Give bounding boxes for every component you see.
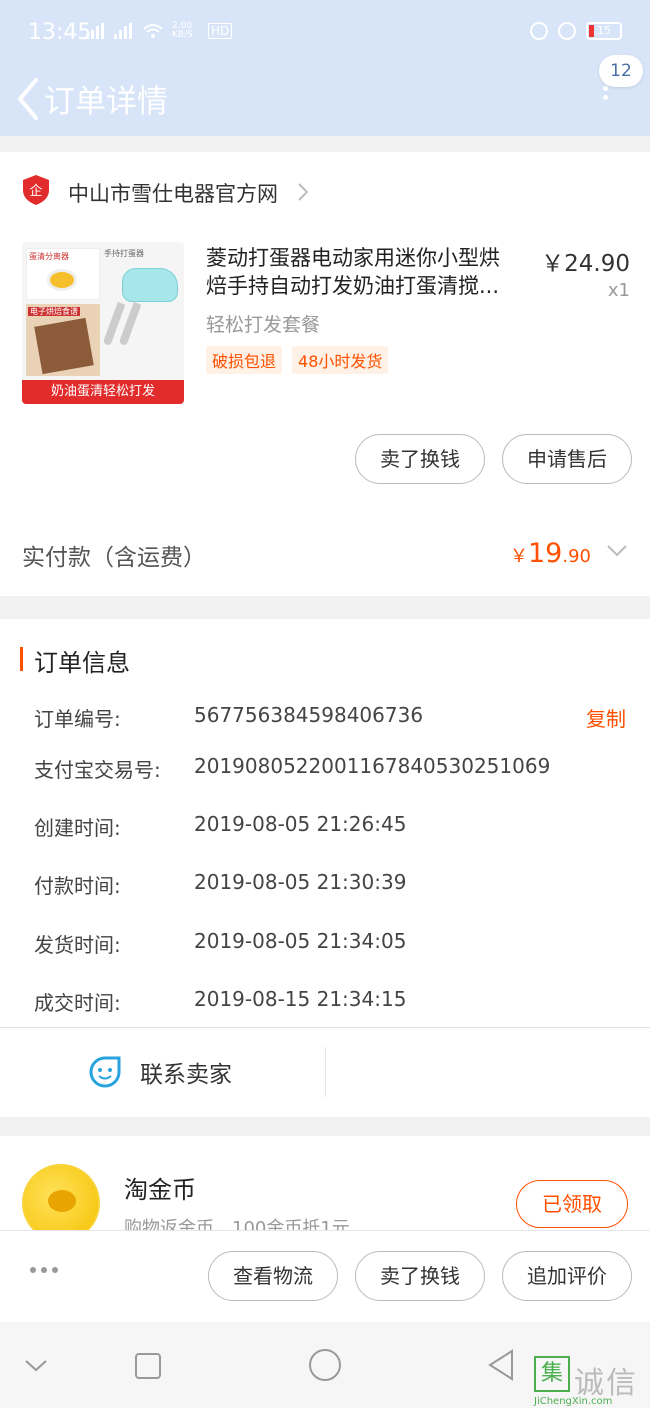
watermark-url: JiChengXin.com [534,1396,613,1407]
watermark-logo: 集 [534,1356,570,1392]
egg-separator-image: 蛋清分离器 [26,248,100,300]
coin-title: 淘金币 [124,1176,196,1204]
divider [0,1027,650,1028]
collapse-down-icon[interactable] [24,1358,48,1374]
hd-icon: HD [208,23,233,39]
tag-48h-ship: 48小时发货 [292,346,389,374]
order-item-card: 企 中山市雪仕电器官方网 蛋清分离器 手持打蛋器 电子烘焙食谱 奶油蛋清轻松打发… [0,152,650,596]
order-number-label: 订单编号: [34,707,121,731]
tag-damage-return: 破损包退 [206,346,283,374]
recent-apps-icon[interactable] [134,1352,162,1380]
coin-claimed-button[interactable]: 已领取 [516,1180,628,1228]
recipe-book-image: 电子烘焙食谱 [26,304,100,376]
nav-bar: 订单详情 [0,66,650,136]
chat-face-icon [89,1056,121,1088]
divider-vertical [325,1047,326,1097]
net-speed: 2.00 KB/S [172,21,193,40]
shop-logo-icon: 企 [23,175,49,205]
product-tags: 破损包退 48小时发货 [206,346,389,374]
signal-icon-2 [114,23,134,39]
watermark: 集 诚信 JiChengXin.com [534,1356,650,1408]
status-bar: 13:45 2.00 KB/S HD 15 [0,0,650,66]
product-title[interactable]: 菱动打蛋器电动家用迷你小型烘 焙手持自动打发奶油打蛋清搅... [206,244,532,300]
paid-label: 实付款（含运费） [22,545,206,571]
shipped-time-label: 发货时间: [34,933,121,957]
status-time: 13:45 [28,20,92,45]
created-time-label: 创建时间: [34,816,121,840]
alipay-trade-value: 2019080522001167840530251069 [194,754,551,778]
chevron-right-icon[interactable] [296,180,310,204]
more-actions-icon[interactable] [30,1267,58,1273]
created-time-value: 2019-08-05 21:26:45 [194,812,407,836]
product-image-caption: 奶油蛋清轻松打发 [22,380,184,404]
after-sale-button[interactable]: 申请售后 [502,434,632,484]
order-number-value: 567756384598406736 [194,703,424,727]
sell-exchange-button[interactable]: 卖了换钱 [355,434,485,484]
page-title: 订单详情 [44,84,168,120]
back-arrow-icon[interactable] [14,74,44,124]
order-info-card: 订单信息 订单编号: 567756384598406736 复制 支付宝交易号:… [0,619,650,1117]
completed-time-label: 成交时间: [34,991,121,1015]
notification-badge[interactable]: 12 [599,55,643,87]
shop-name[interactable]: 中山市雪仕电器官方网 [68,178,278,208]
contact-seller-label: 联系卖家 [140,1062,232,1088]
order-info-title: 订单信息 [34,649,130,677]
paid-time-label: 付款时间: [34,874,121,898]
status-right: 15 [530,22,622,40]
paid-amount: ￥19.90 [510,538,591,569]
coin-subtitle: 购物返金币，100金币抵1元 [124,1218,350,1230]
gold-coin-icon [22,1164,100,1230]
network-indicators: 2.00 KB/S HD [86,21,233,40]
svg-text:企: 企 [29,183,42,199]
paid-time-value: 2019-08-05 21:30:39 [194,870,407,894]
add-review-button[interactable]: 追加评价 [502,1251,632,1301]
view-logistics-button[interactable]: 查看物流 [208,1251,338,1301]
signal-icon [86,23,106,39]
hand-mixer-image: 手持打蛋器 [102,248,180,348]
taobao-coin-card: 淘金币 购物返金币，100金币抵1元 已领取 [0,1136,650,1230]
lock-rotation-icon [530,22,548,40]
copy-button[interactable]: 复制 [586,703,626,732]
section-accent-bar [20,647,23,671]
wifi-icon [143,24,163,38]
product-price: ￥24.90 [541,251,630,277]
chevron-down-icon[interactable] [606,544,628,558]
back-nav-icon[interactable] [486,1348,516,1382]
product-image[interactable]: 蛋清分离器 手持打蛋器 电子烘焙食谱 奶油蛋清轻松打发 [22,242,184,404]
alarm-icon [558,22,576,40]
product-quantity: x1 [607,280,630,301]
home-icon[interactable] [308,1348,342,1382]
completed-time-value: 2019-08-15 21:34:15 [194,987,407,1011]
battery-level: 15 [597,24,611,37]
more-menu-icon[interactable] [603,86,609,108]
alipay-trade-label: 支付宝交易号: [34,758,161,782]
bottom-action-bar: 查看物流 卖了换钱 追加评价 [0,1230,650,1322]
product-spec: 轻松打发套餐 [206,314,321,336]
sell-exchange-button-bottom[interactable]: 卖了换钱 [355,1251,485,1301]
contact-seller-button[interactable]: 联系卖家 [88,1055,232,1089]
shipped-time-value: 2019-08-05 21:34:05 [194,929,407,953]
battery-icon: 15 [586,22,622,40]
